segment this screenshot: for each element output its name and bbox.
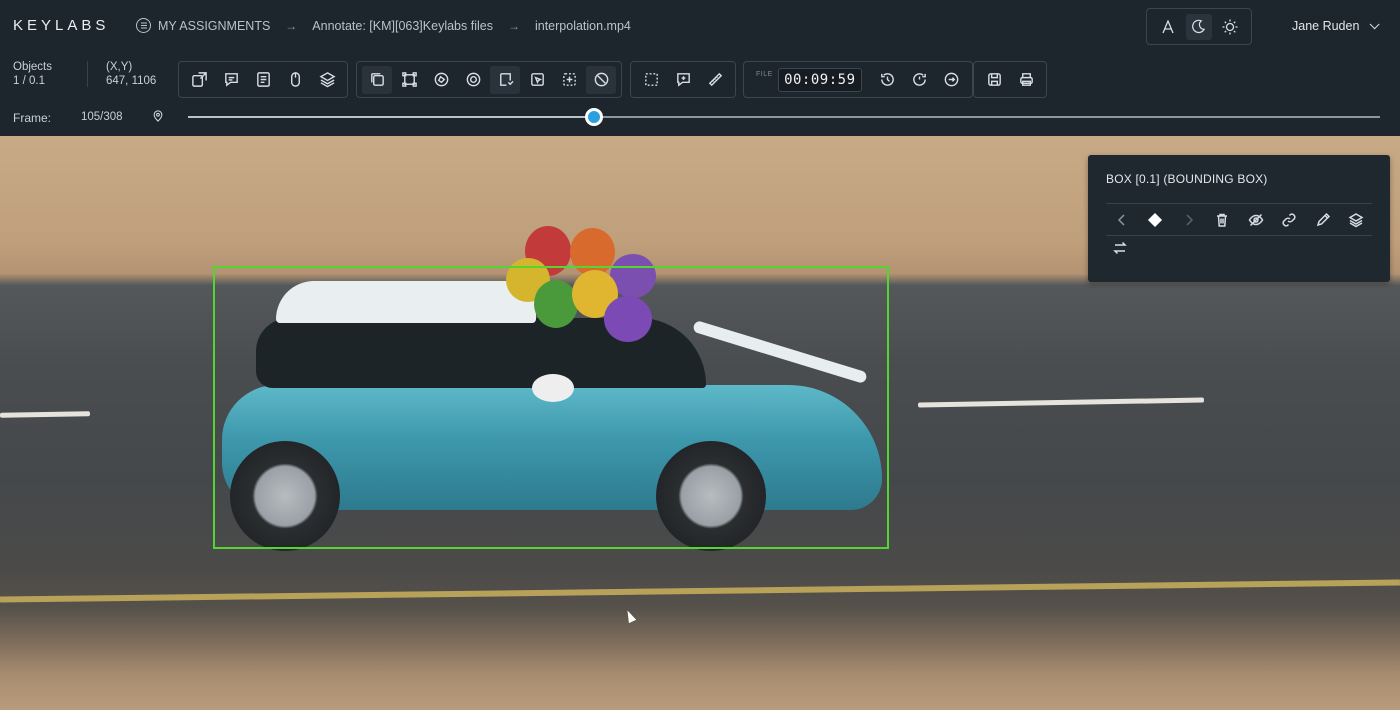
bounding-box-annotation[interactable] — [213, 266, 889, 549]
location-pin-icon[interactable] — [152, 110, 164, 122]
pencil-icon[interactable] — [1312, 209, 1334, 231]
object-panel: BOX [0.1] (BOUNDING BOX) — [1088, 155, 1390, 282]
top-bar: KEYLABS MY ASSIGNMENTS → Annotate: [KM][… — [0, 0, 1400, 55]
objects-counter: Objects 1 / 0.1 — [13, 60, 52, 88]
export-icon[interactable] — [184, 66, 214, 94]
object-title: BOX [0.1] (BOUNDING BOX) — [1106, 172, 1268, 186]
frame-slider-thumb[interactable] — [585, 108, 604, 126]
tool-group-annotation — [178, 61, 348, 98]
list-icon — [136, 18, 151, 33]
divider — [1106, 203, 1372, 204]
swap-icon[interactable] — [1112, 240, 1128, 261]
chevron-down-icon — [1370, 18, 1380, 29]
bounding-box-icon[interactable] — [394, 66, 424, 94]
mouse-icon[interactable] — [280, 66, 310, 94]
cursor-coordinates: (X,Y) 647, 1106 — [106, 60, 156, 88]
timer-display: 00:09:59 — [777, 67, 862, 92]
save-icon[interactable] — [979, 66, 1009, 94]
copy-icon[interactable] — [362, 65, 392, 94]
comment-icon[interactable] — [216, 66, 246, 94]
breadcrumb-file[interactable]: interpolation.mp4 — [535, 19, 631, 33]
chevron-right-icon[interactable] — [1178, 209, 1200, 231]
lane-marking — [917, 397, 1205, 408]
clock-icon[interactable] — [586, 65, 616, 94]
chat-add-icon[interactable] — [668, 66, 698, 94]
font-icon[interactable] — [1155, 14, 1181, 40]
document-icon[interactable] — [248, 66, 278, 94]
breadcrumb-project[interactable]: Annotate: [KM][063]Keylabs files — [312, 19, 493, 33]
keyframe-diamond-icon[interactable] — [1144, 209, 1166, 231]
frame-value: 105/308 — [81, 111, 123, 123]
grid-select-icon[interactable] — [554, 66, 584, 94]
frame-label: Frame: — [13, 111, 52, 125]
file-label: FILE — [756, 71, 773, 78]
cursor-box-icon[interactable] — [522, 66, 552, 94]
history-icon[interactable] — [873, 66, 903, 94]
target-icon[interactable] — [458, 66, 488, 94]
trash-icon[interactable] — [1211, 209, 1233, 231]
eye-off-icon[interactable] — [1245, 209, 1267, 231]
layers-icon[interactable] — [312, 66, 342, 94]
breadcrumb: MY ASSIGNMENTS → Annotate: [KM][063]Keyl… — [136, 18, 631, 33]
polygon-icon[interactable] — [426, 66, 456, 94]
coords-value: 647, 1106 — [106, 75, 157, 87]
tool-group-playback: FILE 00:09:59 — [743, 61, 973, 98]
user-name: Jane Ruden — [1292, 19, 1360, 33]
chevron-left-icon[interactable] — [1111, 209, 1133, 231]
undo-icon[interactable] — [905, 66, 935, 94]
ruler-icon[interactable] — [700, 66, 730, 94]
divider — [1106, 235, 1372, 236]
breadcrumb-arrow-icon: → — [285, 18, 298, 33]
link-icon[interactable] — [1278, 209, 1300, 231]
lane-marking — [0, 411, 91, 418]
divider — [87, 61, 88, 87]
breadcrumb-assignments[interactable]: MY ASSIGNMENTS — [158, 19, 270, 33]
theme-switcher — [1146, 8, 1252, 45]
refresh-box-icon[interactable] — [490, 65, 520, 94]
select-area-icon[interactable] — [636, 66, 666, 94]
tool-group-save — [973, 61, 1047, 98]
redo-icon[interactable] — [937, 66, 967, 94]
object-actions — [1106, 207, 1372, 233]
frame-slider-fill — [188, 116, 595, 118]
tool-group-edit — [630, 61, 736, 98]
frame-bar: Frame: 105/308 — [0, 101, 1400, 136]
objects-value: 1 / 0.1 — [13, 75, 45, 87]
app-logo[interactable]: KEYLABS — [13, 17, 109, 34]
objects-label: Objects — [13, 61, 52, 73]
tool-group-shapes — [356, 61, 622, 98]
coords-label: (X,Y) — [106, 61, 133, 73]
print-icon[interactable] — [1011, 66, 1041, 94]
tool-bar: Objects 1 / 0.1 (X,Y) 647, 1106 FILE 00:… — [0, 55, 1400, 101]
sun-icon[interactable] — [1217, 14, 1243, 40]
road-center-line — [0, 579, 1400, 603]
user-menu[interactable]: Jane Ruden — [1292, 18, 1380, 33]
layers-icon[interactable] — [1345, 209, 1367, 231]
breadcrumb-arrow-icon: → — [507, 18, 520, 33]
frame-slider-track[interactable] — [188, 108, 1380, 126]
moon-icon[interactable] — [1185, 13, 1212, 40]
